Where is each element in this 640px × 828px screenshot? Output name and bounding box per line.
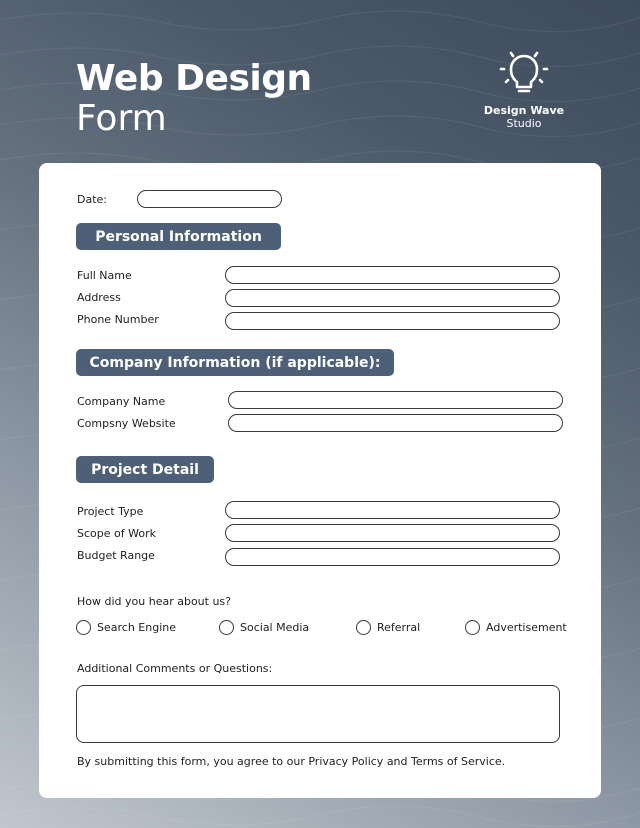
- lightbulb-icon: [499, 51, 549, 93]
- date-label: Date:: [77, 193, 107, 206]
- brand-logo: Design Wave Studio: [480, 48, 568, 130]
- company-website-label: Compsny Website: [77, 417, 176, 430]
- page-title: Web Design: [76, 58, 312, 99]
- address-field[interactable]: [225, 289, 560, 307]
- radio-button[interactable]: [219, 620, 234, 635]
- comments-textarea[interactable]: [76, 685, 560, 743]
- project-type-field[interactable]: [225, 501, 560, 519]
- section-company-information: Company Information (if applicable):: [76, 349, 394, 376]
- radio-label: Referral: [377, 621, 421, 634]
- budget-range-field[interactable]: [225, 548, 560, 566]
- comments-label: Additional Comments or Questions:: [77, 662, 273, 675]
- radio-button[interactable]: [465, 620, 480, 635]
- brand-name: Design Wave: [483, 104, 565, 117]
- company-name-label: Company Name: [77, 395, 166, 408]
- phone-number-label: Phone Number: [77, 313, 159, 326]
- radio-label: Search Engine: [97, 621, 176, 634]
- page-subtitle: Form: [76, 98, 167, 139]
- date-field[interactable]: [137, 190, 282, 208]
- disclaimer-text: By submitting this form, you agree to ou…: [77, 755, 506, 768]
- radio-label: Advertisement: [486, 621, 567, 634]
- company-name-field[interactable]: [228, 391, 563, 409]
- scope-of-work-label: Scope of Work: [77, 527, 156, 540]
- radio-button[interactable]: [76, 620, 91, 635]
- section-personal-information: Personal Information: [76, 223, 281, 250]
- budget-range-label: Budget Range: [77, 549, 155, 562]
- radio-referral[interactable]: Referral: [356, 620, 420, 635]
- company-website-field[interactable]: [228, 414, 563, 432]
- scope-of-work-field[interactable]: [225, 524, 560, 542]
- radio-social-media[interactable]: Social Media: [219, 620, 309, 635]
- radio-button[interactable]: [356, 620, 371, 635]
- referral-question: How did you hear about us?: [77, 595, 231, 608]
- brand-sub: Studio: [506, 117, 542, 130]
- full-name-field[interactable]: [225, 266, 560, 284]
- project-type-label: Project Type: [77, 505, 144, 518]
- form-card: Date: Personal Information Full Name Add…: [39, 163, 601, 798]
- radio-search-engine[interactable]: Search Engine: [76, 620, 176, 635]
- radio-advertisement[interactable]: Advertisement: [465, 620, 567, 635]
- section-project-detail: Project Detail: [76, 456, 214, 483]
- full-name-label: Full Name: [77, 269, 132, 282]
- address-label: Address: [77, 291, 121, 304]
- phone-number-field[interactable]: [225, 312, 560, 330]
- radio-label: Social Media: [240, 621, 310, 634]
